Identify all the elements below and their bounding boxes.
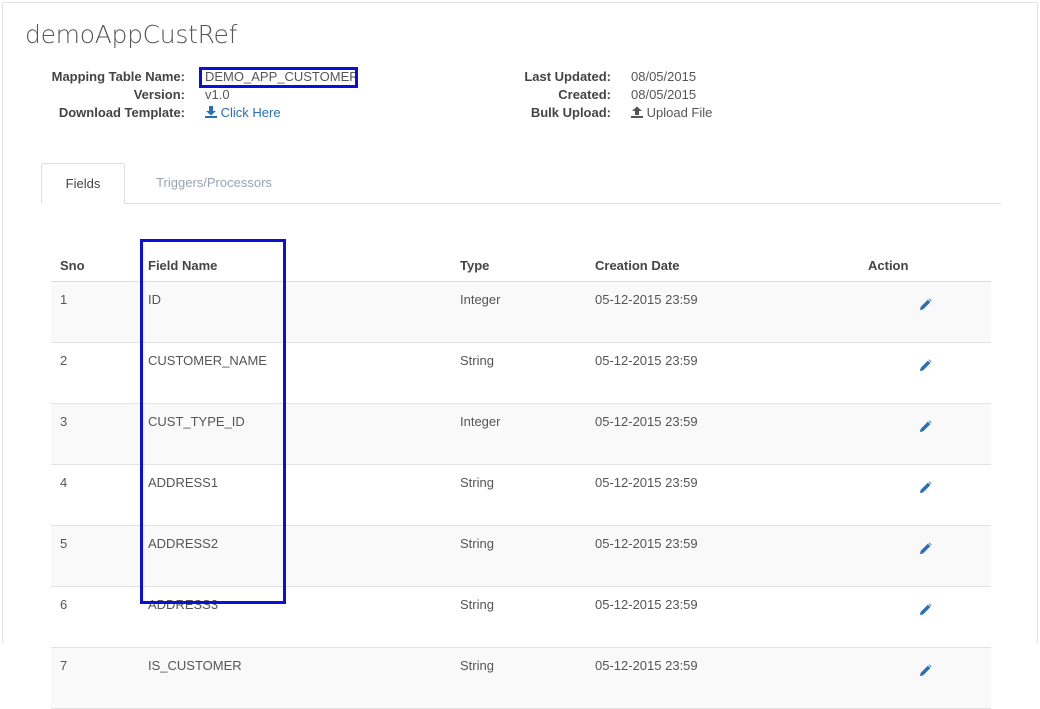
edit-icon[interactable]	[918, 359, 932, 373]
table-row: 1 ID Integer 05-12-2015 23:59	[51, 281, 991, 343]
created-value: 08/05/2015	[631, 87, 697, 102]
cell-creation-date: 05-12-2015 23:59	[586, 464, 859, 526]
cell-sno: 7	[51, 647, 139, 709]
cell-action	[859, 403, 991, 465]
upload-file-button[interactable]: Upload File	[631, 104, 712, 122]
table-row: 7 IS_CUSTOMER String 05-12-2015 23:59	[51, 647, 991, 709]
cell-creation-date: 05-12-2015 23:59	[586, 281, 859, 343]
edit-icon[interactable]	[918, 542, 932, 556]
header-sno[interactable]: Sno	[51, 240, 139, 282]
cell-action	[859, 586, 991, 648]
upload-icon	[631, 106, 643, 118]
cell-field-name: CUSTOMER_NAME	[139, 342, 451, 404]
meta-row-created: Created:	[0, 86, 611, 104]
header-field-name[interactable]: Field Name	[139, 240, 451, 282]
cell-field-name: CUST_TYPE_ID	[139, 403, 451, 465]
cell-action	[859, 281, 991, 343]
cell-sno: 4	[51, 464, 139, 526]
table-row: 2 CUSTOMER_NAME String 05-12-2015 23:59	[51, 342, 991, 404]
tab-bar: Fields Triggers/Processors	[41, 163, 1001, 204]
cell-field-name: ADDRESS3	[139, 586, 451, 648]
cell-type: String	[451, 586, 586, 648]
cell-type: String	[451, 342, 586, 404]
edit-icon[interactable]	[918, 664, 932, 678]
cell-action	[859, 464, 991, 526]
last-updated-label: Last Updated:	[524, 69, 611, 84]
meta-row-last-updated: Last Updated:	[0, 68, 611, 86]
cell-sno: 6	[51, 586, 139, 648]
tab-fields[interactable]: Fields	[41, 163, 125, 204]
cell-sno: 5	[51, 525, 139, 587]
header-type[interactable]: Type	[451, 240, 586, 282]
cell-creation-date: 05-12-2015 23:59	[586, 403, 859, 465]
upload-file-label: Upload File	[646, 105, 713, 120]
bulk-upload-label: Bulk Upload:	[530, 105, 611, 120]
cell-sno: 1	[51, 281, 139, 343]
table-row: 6 ADDRESS3 String 05-12-2015 23:59	[51, 586, 991, 648]
cell-field-name: ADDRESS1	[139, 464, 451, 526]
created-label: Created:	[558, 87, 611, 102]
edit-icon[interactable]	[918, 603, 932, 617]
table-row: 4 ADDRESS1 String 05-12-2015 23:59	[51, 464, 991, 526]
cell-type: String	[451, 647, 586, 709]
cell-action	[859, 647, 991, 709]
cell-creation-date: 05-12-2015 23:59	[586, 525, 859, 587]
edit-icon[interactable]	[918, 420, 932, 434]
last-updated-value: 08/05/2015	[631, 69, 697, 84]
cell-creation-date: 05-12-2015 23:59	[586, 586, 859, 648]
edit-icon[interactable]	[918, 481, 932, 495]
cell-creation-date: 05-12-2015 23:59	[586, 342, 859, 404]
cell-field-name: ID	[139, 281, 451, 343]
page-title: demoAppCustRef	[25, 20, 238, 49]
cell-type: Integer	[451, 281, 586, 343]
cell-type: Integer	[451, 403, 586, 465]
cell-action	[859, 525, 991, 587]
cell-creation-date: 05-12-2015 23:59	[586, 647, 859, 709]
cell-field-name: IS_CUSTOMER	[139, 647, 451, 709]
header-action: Action	[859, 240, 991, 282]
tab-triggers-processors[interactable]: Triggers/Processors	[137, 163, 291, 202]
edit-icon[interactable]	[918, 298, 932, 312]
cell-type: String	[451, 464, 586, 526]
table-header-row: Sno Field Name Type Creation Date Action	[51, 240, 991, 282]
cell-field-name: ADDRESS2	[139, 525, 451, 587]
table-row: 3 CUST_TYPE_ID Integer 05-12-2015 23:59	[51, 403, 991, 465]
cell-type: String	[451, 525, 586, 587]
cell-sno: 3	[51, 403, 139, 465]
fields-table: Sno Field Name Type Creation Date Action…	[51, 240, 991, 709]
table-row: 5 ADDRESS2 String 05-12-2015 23:59	[51, 525, 991, 587]
header-creation-date[interactable]: Creation Date	[586, 240, 859, 282]
cell-sno: 2	[51, 342, 139, 404]
meta-row-bulk-upload: Bulk Upload:	[0, 104, 611, 122]
cell-action	[859, 342, 991, 404]
